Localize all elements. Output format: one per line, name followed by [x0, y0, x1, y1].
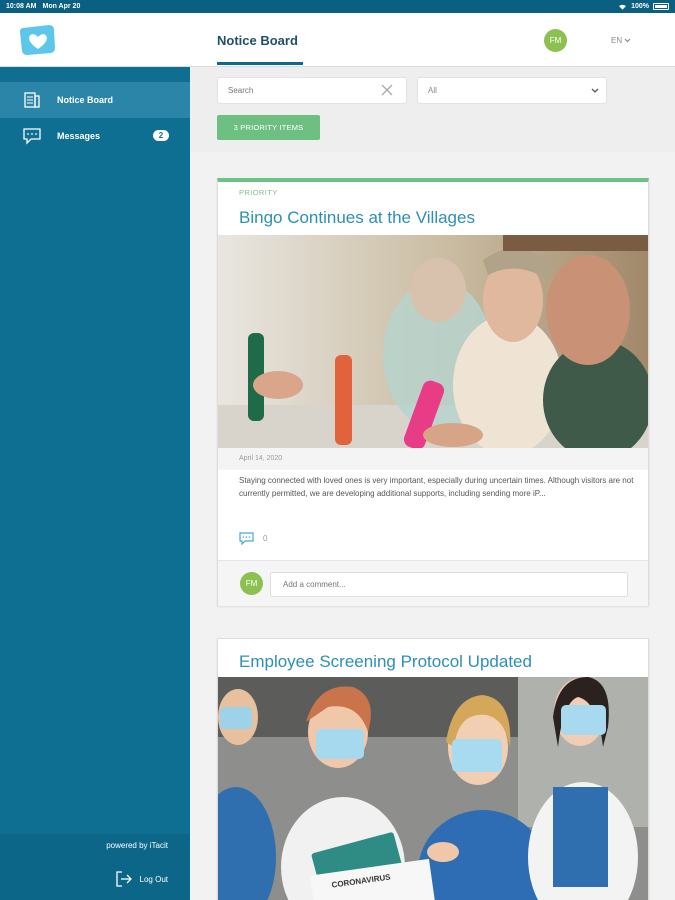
priority-items-button[interactable]: 3 PRIORITY ITEMS [217, 115, 320, 140]
status-bar: 10:08 AM Mon Apr 20 100% [0, 0, 675, 13]
logout-icon [114, 870, 134, 888]
medical-staff-masks-photo[interactable]: CORONAVIRUS [218, 677, 648, 900]
status-time: 10:08 AM [6, 3, 37, 10]
notice-title[interactable]: Bingo Continues at the Villages [239, 208, 475, 228]
filter-bar: All 3 PRIORITY ITEMS [190, 67, 675, 152]
priority-tag: PRIORITY [239, 188, 278, 197]
comment-input[interactable] [270, 572, 628, 597]
chevron-down-icon [591, 88, 599, 93]
seniors-playing-bingo-photo[interactable] [218, 235, 648, 448]
language-label: EN [611, 36, 623, 45]
notice-title[interactable]: Employee Screening Protocol Updated [239, 652, 532, 672]
sidebar-item-label: Messages [57, 131, 101, 141]
comment-composer: FM [218, 560, 648, 606]
messages-icon [22, 127, 42, 145]
sidebar-item-messages[interactable]: Messages 2 [0, 118, 190, 154]
notice-card[interactable]: PRIORITY Bingo Continues at the Villages [217, 178, 649, 606]
sidebar-item-label: Notice Board [57, 95, 114, 105]
wifi-icon [619, 4, 627, 10]
unread-badge: 2 [153, 130, 169, 141]
powered-by-label: powered by iTacit [0, 834, 190, 858]
logout-button[interactable]: Log Out [0, 858, 190, 900]
app-header: Notice Board FM EN [0, 13, 675, 67]
chevron-down-icon [624, 38, 631, 43]
notice-card[interactable]: Employee Screening Protocol Updated CORO… [217, 638, 649, 900]
sidebar-item-notice-board[interactable]: Notice Board [0, 82, 190, 118]
post-excerpt: Staying connected with loved ones is ver… [239, 476, 634, 498]
language-selector[interactable]: EN [611, 36, 631, 45]
comment-icon [239, 532, 254, 545]
post-date: April 14, 2020 [218, 448, 648, 470]
clear-search-icon[interactable] [381, 84, 393, 96]
battery-percent: 100% [631, 3, 649, 10]
battery-icon [653, 3, 669, 10]
search-input[interactable] [217, 77, 407, 104]
logout-label: Log Out [139, 874, 168, 884]
comment-count-value: 0 [263, 534, 268, 543]
user-avatar[interactable]: FM [544, 29, 567, 52]
sidebar: Notice Board Messages 2 powered by iTaci… [0, 67, 190, 900]
active-tab-indicator [217, 62, 303, 65]
app-logo-heart-icon[interactable] [19, 24, 57, 56]
avatar: FM [240, 572, 263, 595]
comment-count[interactable]: 0 [239, 532, 267, 545]
notice-board-icon [22, 91, 42, 109]
tab-notice-board[interactable]: Notice Board [217, 33, 298, 48]
category-select-value: All [428, 86, 437, 95]
status-date: Mon Apr 20 [42, 3, 81, 10]
category-select[interactable]: All [417, 77, 607, 104]
